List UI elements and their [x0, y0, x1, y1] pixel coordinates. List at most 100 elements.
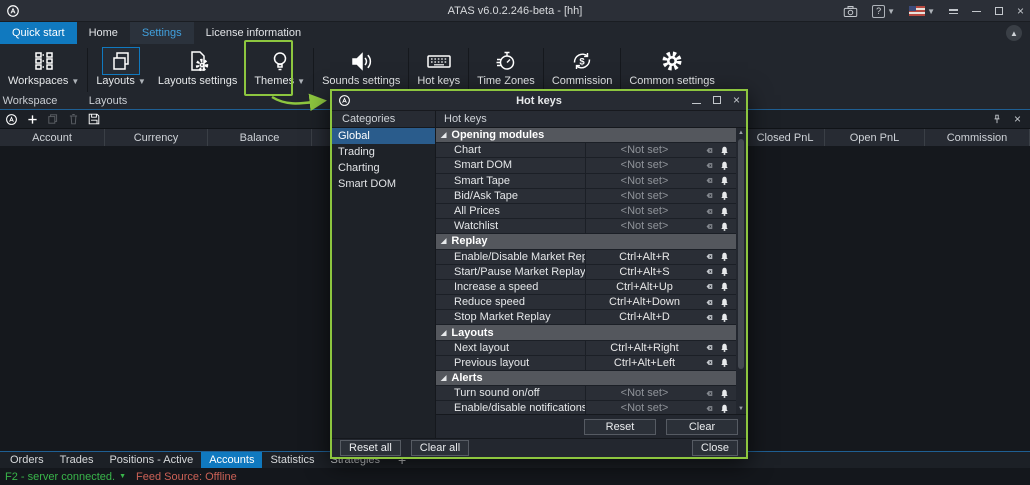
minimize-button[interactable] — [972, 11, 981, 12]
hotkey-shortcut[interactable]: <Not set> — [586, 387, 703, 399]
hotkey-shortcut[interactable]: Ctrl+Alt+Right — [586, 342, 703, 354]
bell-icon[interactable] — [719, 281, 730, 292]
delete-account-button[interactable] — [68, 113, 79, 125]
hotkey-shortcut[interactable]: <Not set> — [586, 220, 703, 232]
bottom-tab-orders[interactable]: Orders — [2, 452, 52, 468]
bottom-tab-accounts[interactable]: Accounts — [201, 452, 262, 468]
category-item-global[interactable]: Global — [332, 128, 435, 144]
column-header-commission[interactable]: Commission — [925, 129, 1030, 146]
hotkey-shortcut[interactable]: <Not set> — [586, 190, 703, 202]
clear-hotkey-icon[interactable] — [703, 357, 714, 368]
bottom-tab-statistics[interactable]: Statistics — [262, 452, 322, 468]
hotkey-row-watchlist[interactable]: Watchlist<Not set> — [436, 219, 736, 234]
clear-hotkey-icon[interactable] — [703, 221, 714, 232]
close-panel-button[interactable]: × — [1014, 113, 1021, 125]
clear-hotkey-icon[interactable] — [703, 312, 714, 323]
close-dialog-button[interactable]: Close — [692, 440, 738, 456]
clear-all-button[interactable]: Clear all — [411, 440, 469, 456]
clear-hotkey-icon[interactable] — [703, 297, 714, 308]
scroll-up-icon[interactable]: ▲ — [738, 128, 744, 138]
hotkey-row-previous-layout[interactable]: Previous layoutCtrl+Alt+Left — [436, 356, 736, 371]
bell-icon[interactable] — [719, 312, 730, 323]
clear-hotkey-icon[interactable] — [703, 145, 714, 156]
bell-icon[interactable] — [719, 175, 730, 186]
category-item-smart-dom[interactable]: Smart DOM — [332, 176, 435, 192]
hotkey-row-reduce-speed[interactable]: Reduce speedCtrl+Alt+Down — [436, 295, 736, 310]
layouts-button[interactable]: Layouts ▼ — [90, 44, 152, 96]
hotkey-row-smart-tape[interactable]: Smart Tape<Not set> — [436, 174, 736, 189]
help-dropdown-button[interactable]: ?▼ — [872, 5, 895, 18]
bell-icon[interactable] — [719, 403, 730, 414]
clear-hotkey-icon[interactable] — [703, 206, 714, 217]
hotkey-row-start-pause-market-replay[interactable]: Start/Pause Market ReplayCtrl+Alt+S — [436, 265, 736, 280]
maximize-button[interactable] — [995, 7, 1003, 15]
hotkey-row-chart[interactable]: Chart<Not set> — [436, 143, 736, 158]
section-header-alerts[interactable]: ◢Alerts — [436, 371, 736, 386]
column-header-currency[interactable]: Currency — [105, 129, 208, 146]
collapse-window-button[interactable] — [949, 9, 958, 14]
column-header-balance[interactable]: Balance — [208, 129, 312, 146]
column-header-account[interactable]: Account — [0, 129, 105, 146]
hotkey-row-smart-dom[interactable]: Smart DOM<Not set> — [436, 158, 736, 173]
bell-icon[interactable] — [719, 388, 730, 399]
hotkey-row-turn-sound-on-off[interactable]: Turn sound on/off<Not set> — [436, 386, 736, 401]
dialog-close-button[interactable]: × — [733, 94, 740, 107]
dialog-maximize-button[interactable] — [713, 95, 721, 107]
screenshot-button[interactable] — [843, 5, 858, 18]
hotkey-shortcut[interactable]: Ctrl+Alt+Left — [586, 357, 703, 369]
themes-button[interactable]: Themes ▼ — [248, 44, 311, 96]
clear-hotkey-icon[interactable] — [703, 160, 714, 171]
hotkey-shortcut[interactable]: Ctrl+Alt+S — [586, 266, 703, 278]
hotkey-shortcut[interactable]: Ctrl+Alt+Down — [586, 296, 703, 308]
bell-icon[interactable] — [719, 145, 730, 156]
hotkey-shortcut[interactable]: <Not set> — [586, 175, 703, 187]
reset-all-button[interactable]: Reset all — [340, 440, 401, 456]
scroll-down-icon[interactable]: ▼ — [738, 404, 744, 414]
column-header-closed-pnl[interactable]: Closed PnL — [746, 129, 825, 146]
dialog-minimize-button[interactable] — [692, 95, 701, 107]
clear-hotkey-icon[interactable] — [703, 175, 714, 186]
language-dropdown-button[interactable]: ▼ — [909, 6, 935, 16]
scrollbar-thumb[interactable] — [738, 139, 744, 369]
add-account-button[interactable] — [27, 114, 38, 125]
collapse-ribbon-button[interactable]: ▲ — [1006, 25, 1022, 41]
tab-settings[interactable]: Settings — [130, 22, 194, 44]
clear-button[interactable]: Clear — [666, 419, 738, 435]
column-header-open-pnl[interactable]: Open PnL — [825, 129, 925, 146]
hotkey-shortcut[interactable]: <Not set> — [586, 205, 703, 217]
bottom-tab-trades[interactable]: Trades — [52, 452, 102, 468]
clear-hotkey-icon[interactable] — [703, 388, 714, 399]
hotkey-shortcut[interactable]: <Not set> — [586, 159, 703, 171]
workspaces-button[interactable]: Workspaces ▼ — [2, 44, 85, 96]
tab-license-information[interactable]: License information — [194, 22, 313, 44]
category-item-trading[interactable]: Trading — [332, 144, 435, 160]
hotkey-row-stop-market-replay[interactable]: Stop Market ReplayCtrl+Alt+D — [436, 310, 736, 325]
hotkey-row-increase-a-speed[interactable]: Increase a speedCtrl+Alt+Up — [436, 280, 736, 295]
scrollbar[interactable]: ▲ ▼ — [736, 128, 746, 414]
bell-icon[interactable] — [719, 160, 730, 171]
connection-status[interactable]: F2 - server connected.▼ — [5, 471, 126, 483]
category-item-charting[interactable]: Charting — [332, 160, 435, 176]
hotkey-shortcut[interactable]: <Not set> — [586, 402, 703, 414]
hotkey-row-all-prices[interactable]: All Prices<Not set> — [436, 204, 736, 219]
bell-icon[interactable] — [719, 251, 730, 262]
bell-icon[interactable] — [719, 357, 730, 368]
bell-icon[interactable] — [719, 342, 730, 353]
bell-icon[interactable] — [719, 297, 730, 308]
section-header-layouts[interactable]: ◢Layouts — [436, 325, 736, 340]
clear-hotkey-icon[interactable] — [703, 281, 714, 292]
tab-home[interactable]: Home — [77, 22, 130, 44]
hotkey-row-bid-ask-tape[interactable]: Bid/Ask Tape<Not set> — [436, 189, 736, 204]
bell-icon[interactable] — [719, 206, 730, 217]
close-button[interactable]: × — [1017, 5, 1024, 17]
save-accounts-button[interactable] — [88, 113, 100, 125]
bell-icon[interactable] — [719, 221, 730, 232]
hotkey-shortcut[interactable]: Ctrl+Alt+Up — [586, 281, 703, 293]
clear-hotkey-icon[interactable] — [703, 266, 714, 277]
hotkey-row-next-layout[interactable]: Next layoutCtrl+Alt+Right — [436, 341, 736, 356]
edit-account-button[interactable] — [47, 113, 59, 125]
tab-quick-start[interactable]: Quick start — [0, 22, 77, 44]
clear-hotkey-icon[interactable] — [703, 403, 714, 414]
bell-icon[interactable] — [719, 190, 730, 201]
pin-panel-button[interactable] — [992, 114, 1002, 125]
